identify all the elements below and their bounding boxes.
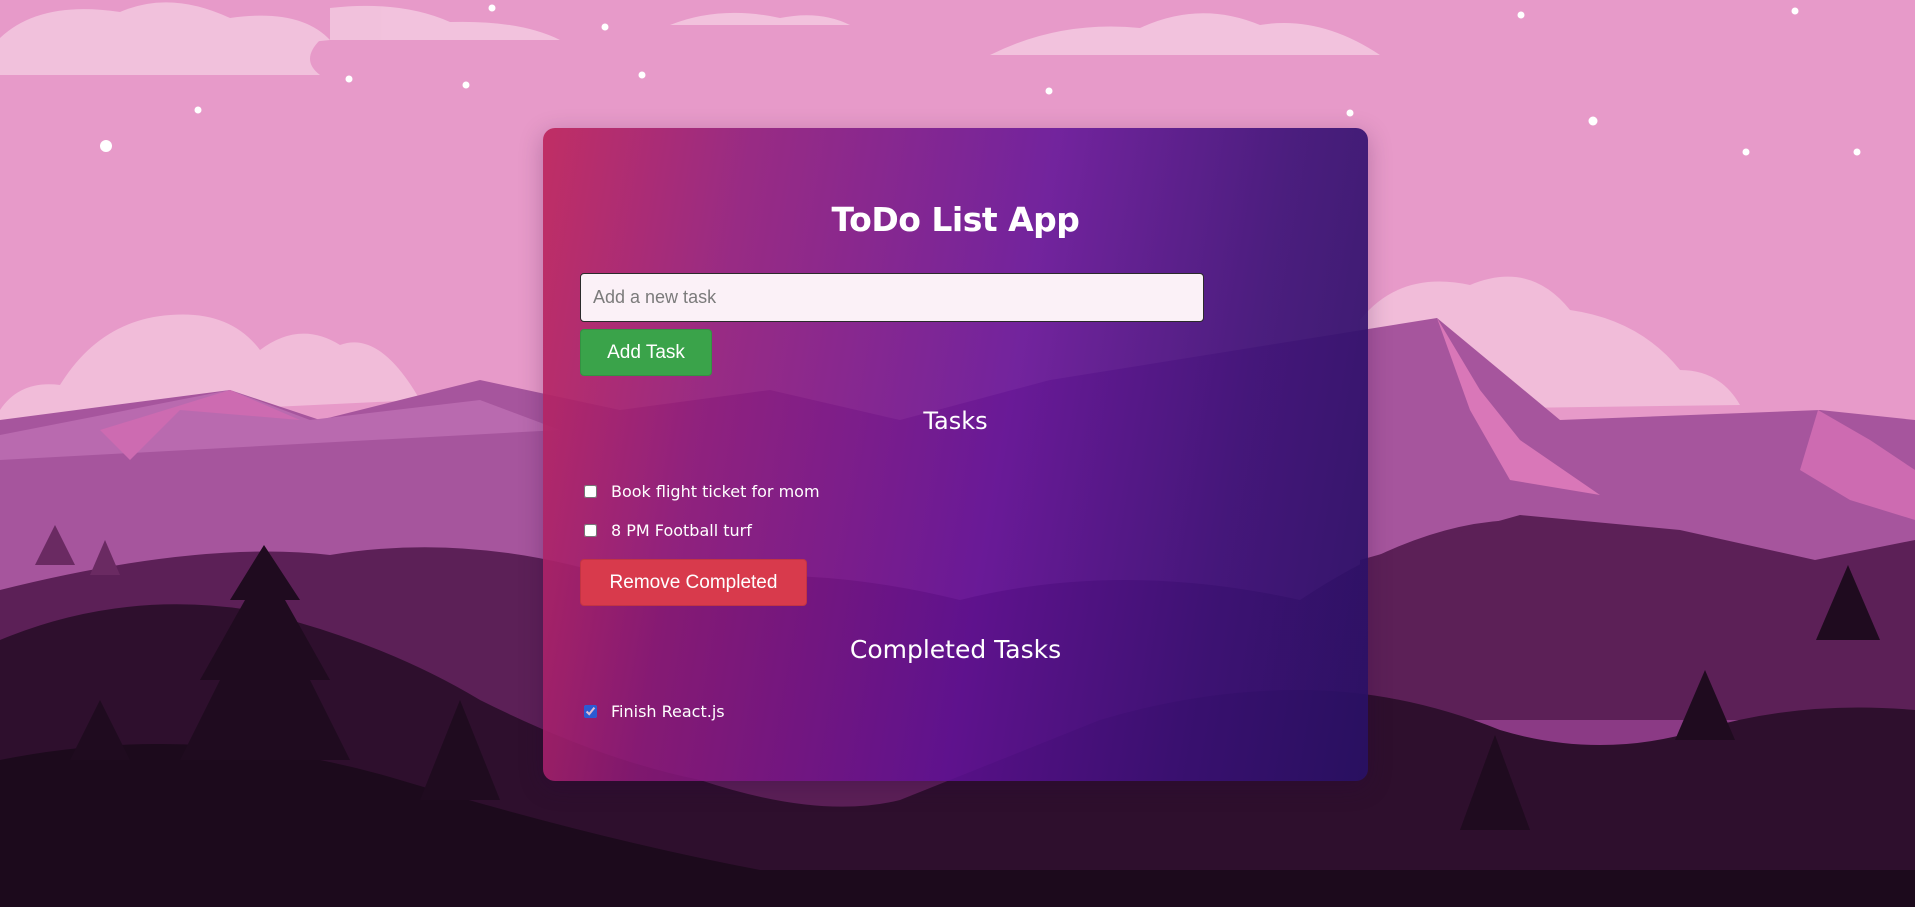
completed-tasks-heading: Completed Tasks — [849, 635, 1062, 664]
task-label: Book flight ticket for mom — [611, 481, 820, 501]
list-item: 8 PM Football turf — [584, 519, 752, 541]
todo-card: ToDo List App Add Task Tasks Book flight… — [543, 128, 1368, 781]
new-task-input[interactable] — [580, 273, 1204, 322]
completed-list-item: Finish React.js — [584, 700, 725, 722]
tasks-heading: Tasks — [923, 407, 988, 435]
completed-task-checkbox[interactable] — [584, 704, 597, 718]
page-title: ToDo List App — [831, 200, 1080, 239]
remove-completed-button[interactable]: Remove Completed — [580, 559, 807, 606]
task-label: 8 PM Football turf — [611, 520, 752, 540]
add-task-button[interactable]: Add Task — [580, 329, 712, 376]
task-checkbox[interactable] — [584, 523, 597, 537]
list-item: Book flight ticket for mom — [584, 480, 820, 502]
completed-task-label: Finish React.js — [611, 701, 725, 721]
task-checkbox[interactable] — [584, 484, 597, 498]
